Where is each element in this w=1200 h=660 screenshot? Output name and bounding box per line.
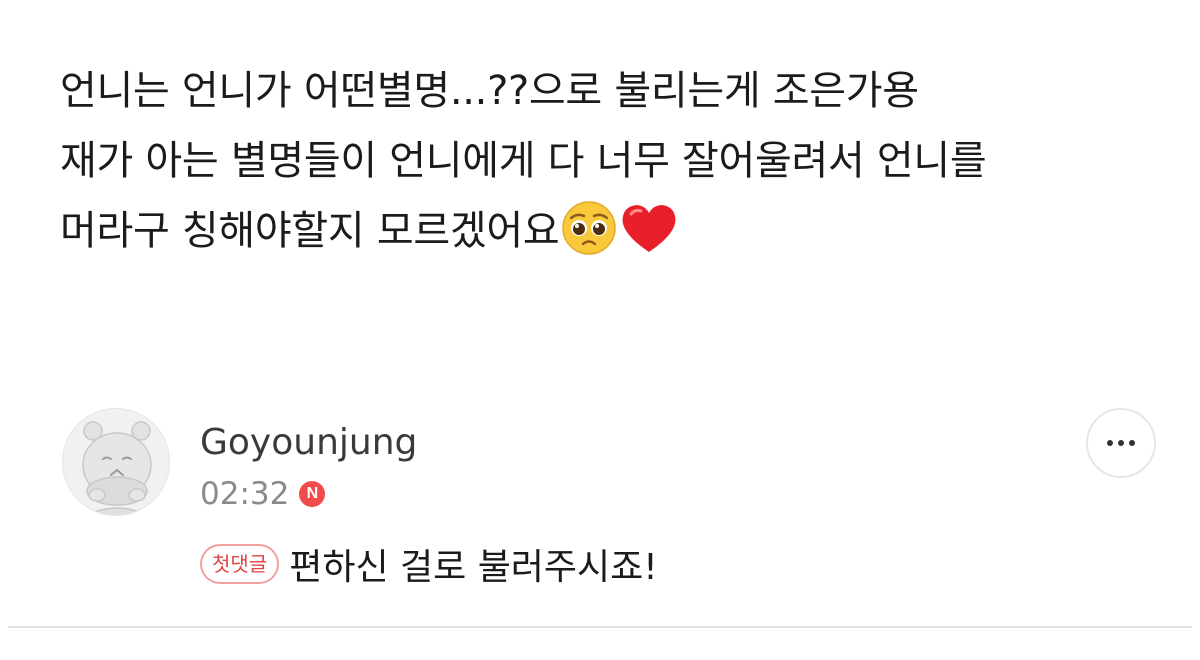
- red-heart-emoji-icon: [619, 200, 679, 256]
- comment-meta: 02:32 N: [200, 474, 326, 514]
- post-line-1: 언니는 언니가 어떤별명...??으로 불리는게 조은가용: [60, 68, 919, 114]
- new-badge: N: [299, 481, 326, 507]
- post-line-3: 머라구 칭해야할지 모르겠어요: [60, 196, 1170, 266]
- more-options-icon: [1107, 440, 1135, 446]
- post-line-2: 재가 아는 별명들이 언니에게 다 너무 잘어울려서 언니를: [60, 138, 987, 184]
- post-line-3-text: 머라구 칭해야할지 모르겠어요: [60, 208, 560, 254]
- hippo-avatar-icon[interactable]: [62, 408, 170, 516]
- comment: Goyounjung 02:32 N 첫댓글 편하신 걸로 불러주시죠!: [0, 400, 1200, 620]
- more-options-button[interactable]: [1086, 408, 1156, 478]
- first-comment-badge: 첫댓글: [200, 544, 280, 584]
- comment-timestamp: 02:32: [200, 476, 290, 512]
- comment-username[interactable]: Goyounjung: [200, 422, 417, 463]
- post-body: 언니는 언니가 어떤별명...??으로 불리는게 조은가용 재가 아는 별명들이…: [60, 56, 1170, 266]
- pleading-face-emoji-icon: [561, 200, 617, 256]
- comment-text-row: 첫댓글 편하신 걸로 불러주시죠!: [200, 540, 658, 588]
- comment-text: 편하신 걸로 불러주시죠!: [289, 547, 658, 588]
- divider: [8, 626, 1192, 628]
